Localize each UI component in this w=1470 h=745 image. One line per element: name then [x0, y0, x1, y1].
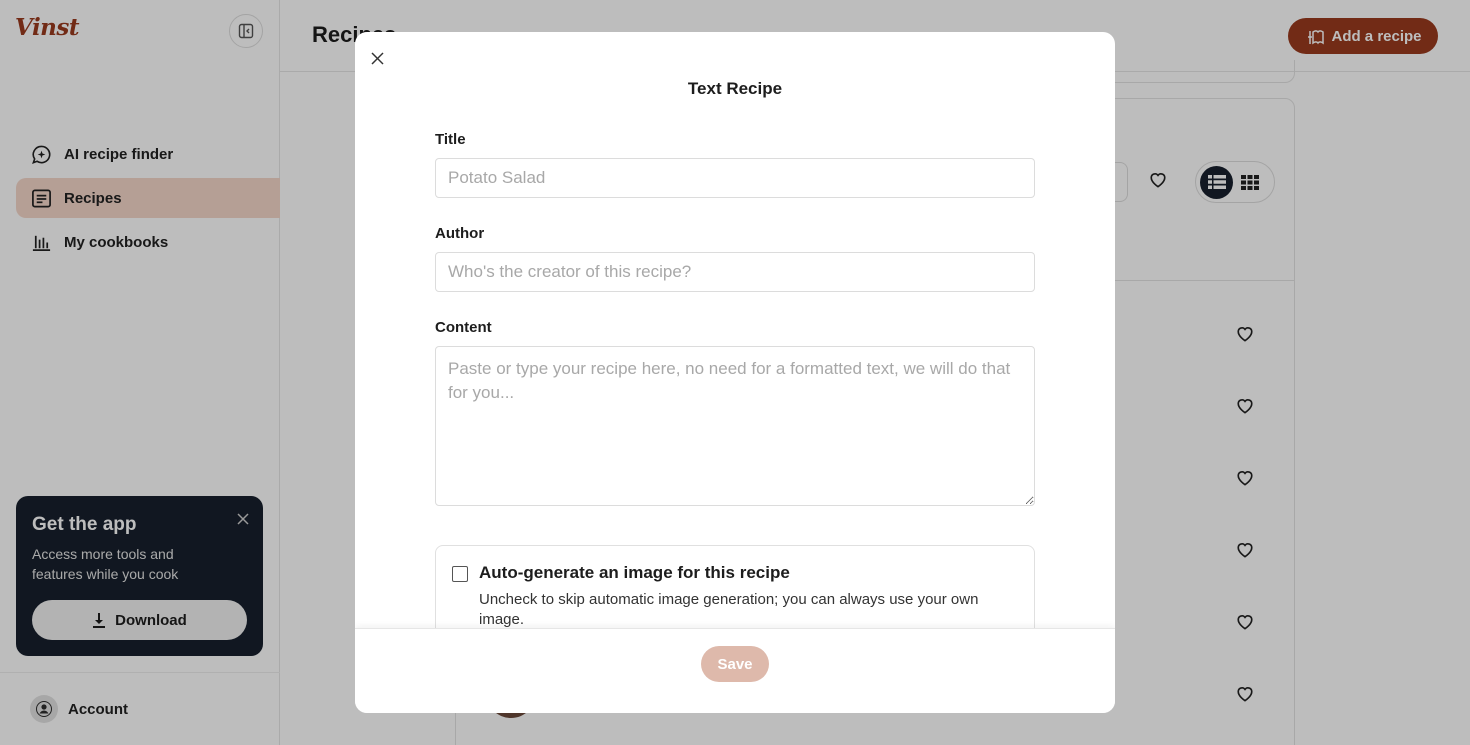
modal-footer: Save [355, 628, 1115, 713]
autogen-checkbox[interactable] [452, 566, 468, 582]
author-label: Author [435, 225, 485, 242]
autogen-description: Uncheck to skip automatic image generati… [479, 591, 979, 628]
title-label: Title [435, 131, 466, 148]
title-input[interactable] [435, 158, 1035, 198]
author-input[interactable] [435, 252, 1035, 292]
close-icon [370, 51, 384, 65]
modal-close-button[interactable] [367, 48, 387, 68]
content-label: Content [435, 319, 492, 336]
modal-title: Text Recipe [687, 79, 783, 98]
autogen-label[interactable]: Auto-generate an image for this recipe [479, 563, 790, 583]
content-textarea[interactable] [435, 346, 1035, 506]
save-button[interactable]: Save [701, 646, 769, 682]
text-recipe-modal: Text Recipe Title Author Content Auto-ge… [355, 32, 1115, 713]
